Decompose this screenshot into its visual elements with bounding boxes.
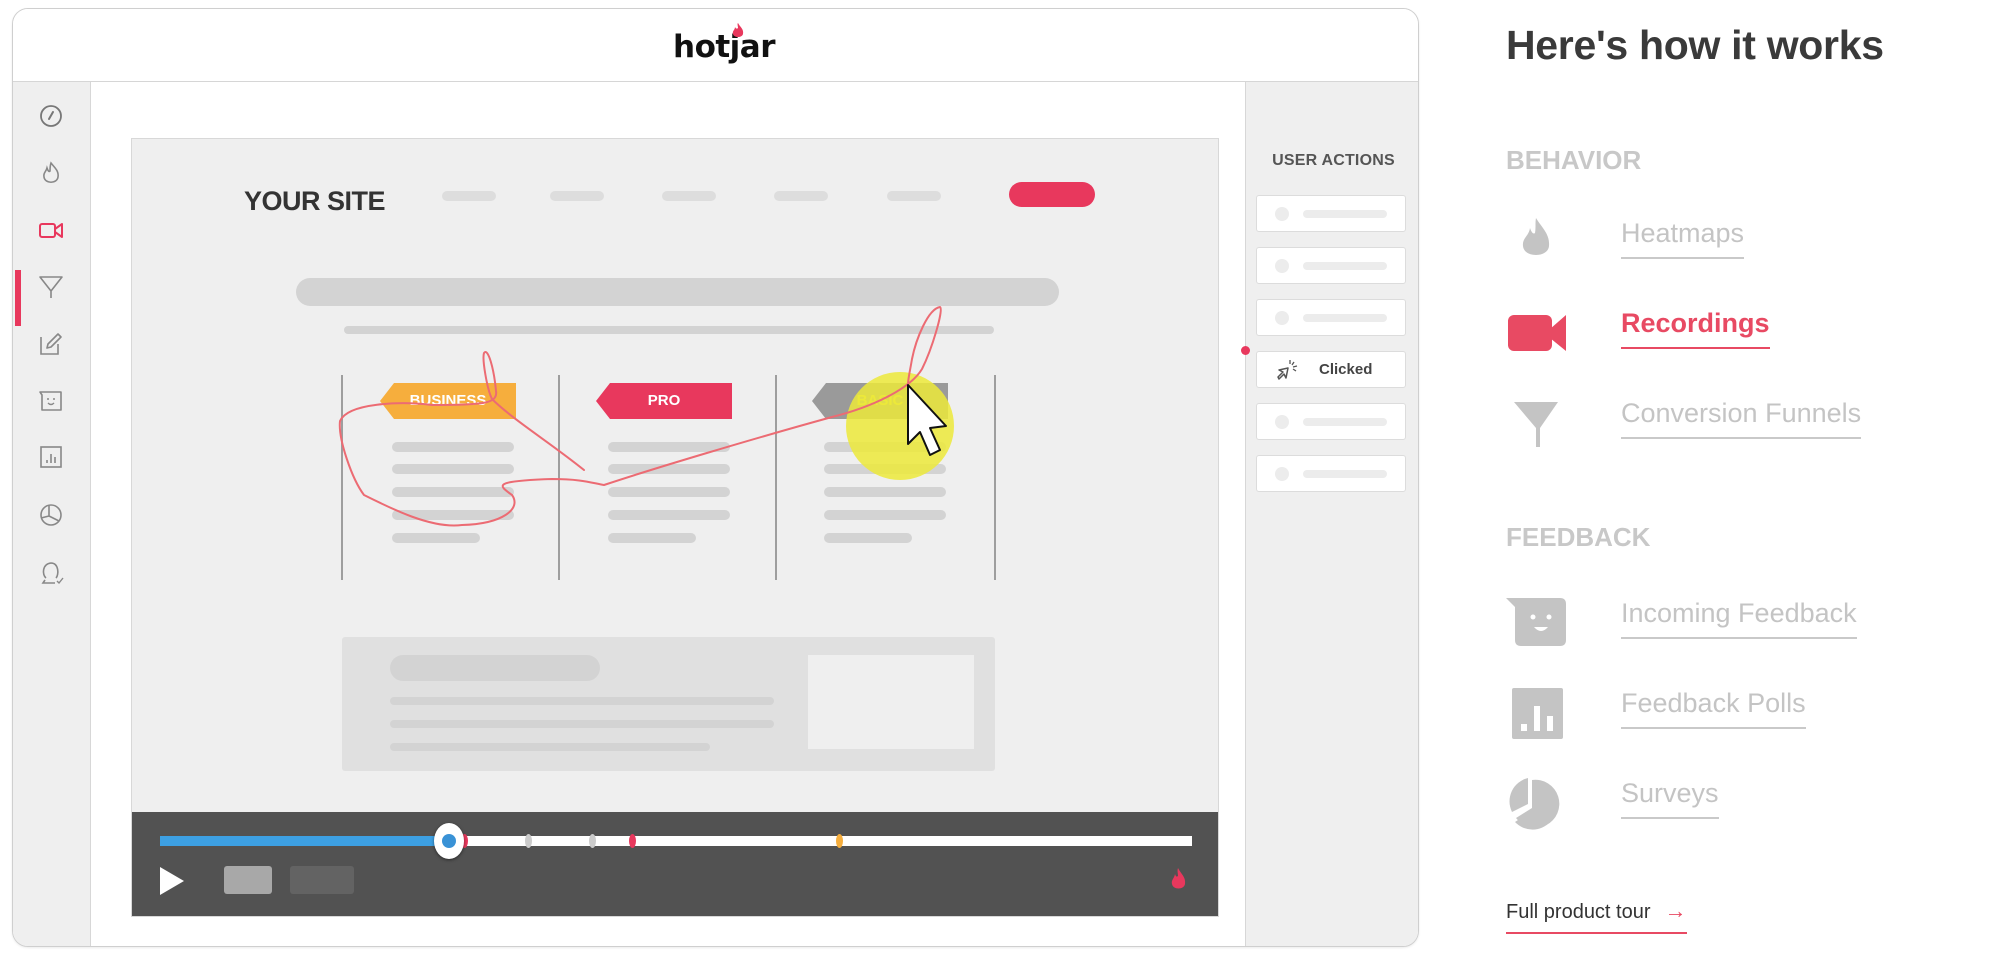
user-action-item[interactable] [1256,403,1406,440]
action-icon-placeholder [1275,259,1289,273]
feature-label[interactable]: Feedback Polls [1621,688,1806,729]
video-camera-icon [1508,315,1566,351]
heatmap-icon[interactable] [37,160,65,188]
action-text-placeholder [1303,314,1387,322]
dashboard-icon[interactable] [37,102,65,130]
pie-chart-icon [1509,778,1560,830]
arrow-right-icon: → [1664,898,1687,923]
action-icon-placeholder [1275,467,1289,481]
action-icon-placeholder [1275,415,1289,429]
funnel-icon [1514,402,1558,447]
logo-flame-icon [732,23,744,37]
user-action-item[interactable] [1256,195,1406,232]
smiley-chat-icon [1506,598,1566,646]
flame-icon [1171,868,1186,889]
mouse-trail-overlay [338,306,954,527]
action-icon-placeholder [1275,311,1289,325]
timeline-event-marker[interactable] [589,834,597,848]
feedback-icon[interactable] [37,387,65,415]
feature-label[interactable]: Incoming Feedback [1621,598,1857,639]
action-text-placeholder [1303,262,1387,270]
funnel-icon[interactable] [37,272,65,300]
flame-icon [1522,218,1550,255]
timeline-knob[interactable] [433,823,464,859]
active-indicator [15,270,21,326]
skip-button[interactable] [290,866,354,894]
window-header: hotjar [13,9,1418,82]
section-heading-feedback: FEEDBACK [1506,522,1651,552]
user-action-item[interactable] [1256,247,1406,284]
timeline-progress [160,836,449,846]
surveys-icon[interactable] [37,501,65,529]
action-icon-placeholder [1275,207,1289,221]
timeline-event-marker[interactable] [628,834,636,848]
user-actions-title: USER ACTIONS [1272,152,1395,169]
hotjar-logo: hotjar [673,29,776,65]
user-action-item-clicked[interactable]: Clicked [1241,346,1406,388]
feature-label[interactable]: Heatmaps [1621,218,1745,259]
timeline-event-marker[interactable] [525,834,533,848]
action-label: Clicked [1319,361,1373,378]
bar-chart-icon [1512,688,1563,739]
forms-icon[interactable] [37,330,65,358]
feature-label[interactable]: Recordings [1621,308,1770,349]
speed-button[interactable] [224,866,272,894]
site-preview: YOUR SITE BUSINESSPROBASIC [131,138,1219,917]
full-product-tour-link[interactable]: Full product tour → [1506,898,1687,934]
recruiters-icon[interactable] [37,558,65,586]
action-text-placeholder [1303,470,1387,478]
feature-label[interactable]: Conversion Funnels [1621,398,1862,439]
section-heading-behavior: BEHAVIOR [1506,145,1642,175]
timeline-track[interactable] [160,823,1192,859]
demo-window: hotjar YOUR SITE BUSINESS PRO USER ACTIO… [12,8,1419,947]
action-text-placeholder [1303,418,1387,426]
user-action-item[interactable] [1256,455,1406,492]
play-button[interactable] [160,867,184,895]
polls-icon[interactable] [37,443,65,471]
user-action-item[interactable] [1256,299,1406,336]
current-action-indicator [1241,346,1250,355]
feature-label[interactable]: Surveys [1621,778,1719,819]
user-actions-panel: USER ACTIONS Clicked [1241,82,1418,946]
timeline-event-marker[interactable] [836,834,844,848]
action-text-placeholder [1303,210,1387,218]
section-title: Here's how it works [1506,22,1884,68]
sidebar [13,82,91,946]
recordings-icon[interactable] [37,216,65,244]
session-player [132,812,1218,916]
tour-link-label: Full product tour [1506,901,1651,923]
timeline-knob-center [441,834,456,848]
click-cursor-icon [1277,360,1298,380]
